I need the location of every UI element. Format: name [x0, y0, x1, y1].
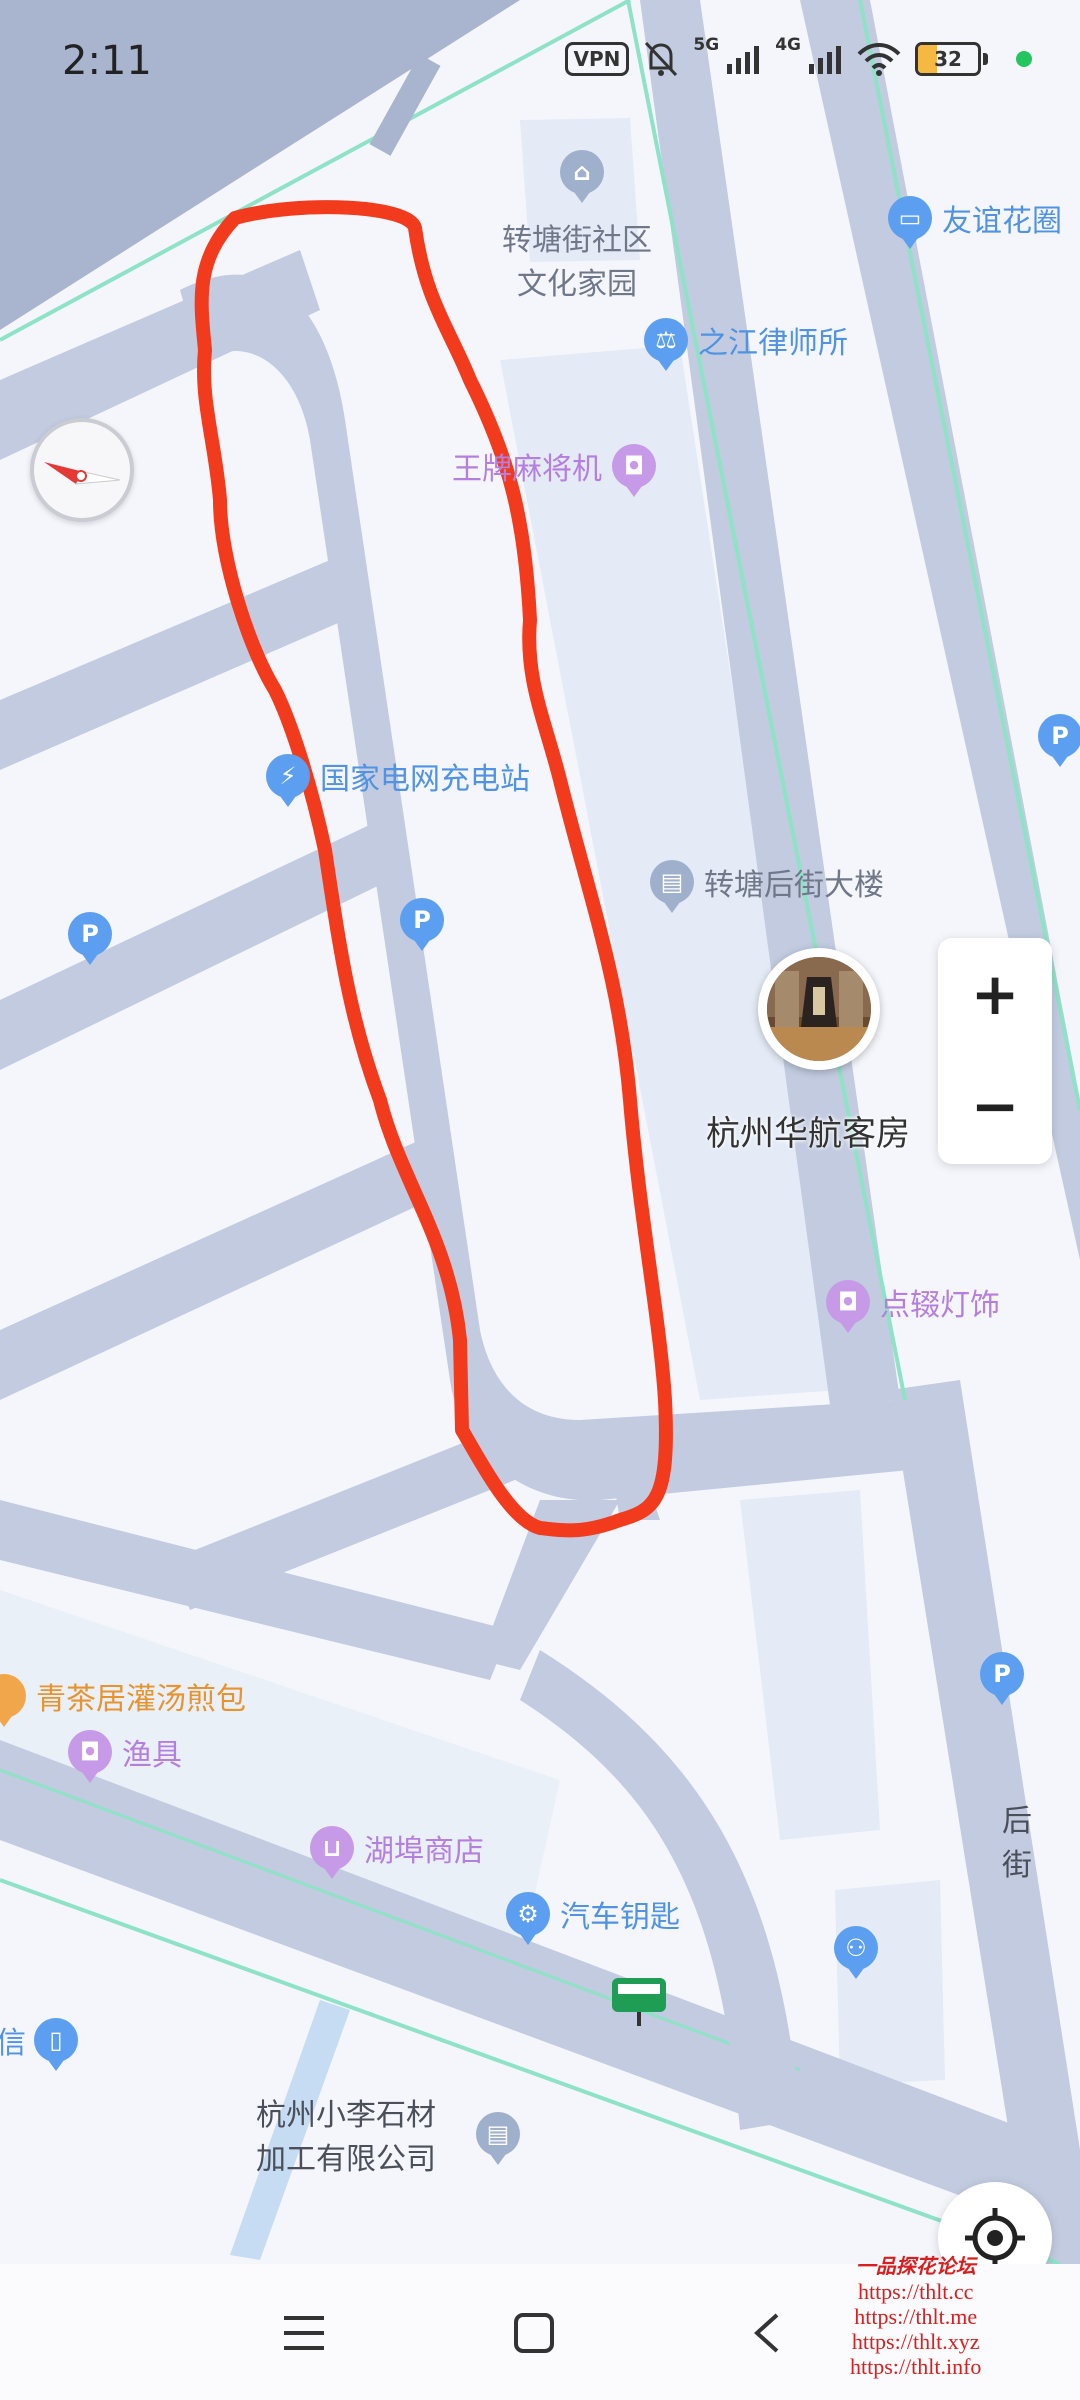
nav-home-button[interactable] — [494, 2298, 574, 2368]
poi-label: 信 — [0, 2026, 26, 2061]
parking-pin[interactable]: P — [400, 898, 444, 942]
phone-store-icon: ▯ — [34, 2018, 78, 2062]
nav-menu-button[interactable] — [264, 2298, 344, 2368]
poi-stone-icon[interactable]: ▤ — [476, 2112, 520, 2156]
poi-shop[interactable]: ⊔ 湖埠商店 — [310, 1826, 484, 1870]
poi-law-firm[interactable]: ⚖ 之江律师所 — [644, 318, 848, 362]
battery-icon: 32 — [915, 42, 981, 76]
signal-4g-icon — [809, 46, 841, 74]
battery-tip — [983, 53, 988, 65]
law-firm-icon: ⚖ — [644, 318, 688, 362]
car-service-icon: ⚙ — [506, 1892, 550, 1936]
poi-street-name: 后 街 — [1002, 1796, 1032, 1884]
privacy-indicator-dot — [1016, 51, 1032, 67]
shopping-bag-icon: ◘ — [68, 1730, 112, 1774]
poi-label: 加工有限公司 — [256, 2142, 436, 2177]
poi-label: 渔具 — [122, 1738, 182, 1773]
poi-label: 汽车钥匙 — [560, 1900, 680, 1935]
parking-icon: P — [1038, 714, 1080, 758]
poi-stone[interactable]: 杭州小李石材 加工有限公司 — [256, 2090, 436, 2178]
watermark: 一品探花论坛 https://thlt.cc https://thlt.me h… — [850, 2250, 981, 2379]
home-square-icon — [514, 2313, 554, 2353]
community-icon: ⌂ — [560, 150, 604, 194]
shopping-bag-icon: ◘ — [612, 444, 656, 488]
poi-label: 之江律师所 — [698, 326, 848, 361]
poi-garden[interactable]: ▭ 友谊花圈 — [888, 196, 1062, 240]
poi-tea[interactable]: 青茶居灌汤煎包 — [0, 1674, 246, 1718]
hotel-photo-icon — [767, 957, 871, 1061]
network-5g-label: 5G — [693, 35, 720, 55]
compass-needle-icon — [44, 462, 121, 485]
status-bar: 2:11 VPN 5G 4G 32 — [0, 0, 1080, 130]
nav-back-button[interactable] — [726, 2298, 806, 2368]
parking-pin[interactable]: P — [68, 912, 112, 956]
watermark-url: https://thlt.cc — [857, 2279, 974, 2304]
shopping-bag-icon: ◘ — [826, 1280, 870, 1324]
poi-building[interactable]: ▤ 转塘后街大楼 — [650, 860, 884, 904]
zoom-out-button[interactable]: − — [938, 1050, 1052, 1162]
parking-pin[interactable]: P — [1038, 714, 1080, 758]
charging-station-icon: ⚡ — [266, 754, 310, 798]
watermark-url: https://thlt.info — [850, 2354, 982, 2379]
poi-fishing[interactable]: ◘ 渔具 — [68, 1730, 182, 1774]
restaurant-icon — [0, 1674, 26, 1718]
zoom-controls: + − — [938, 938, 1052, 1164]
back-chevron-icon — [754, 2313, 779, 2353]
poi-car-key[interactable]: ⚙ 汽车钥匙 — [506, 1892, 680, 1936]
watermark-url: https://thlt.me — [854, 2304, 978, 2329]
poi-label: 转塘街社区 — [502, 223, 652, 258]
poi-mahjong[interactable]: 王牌麻将机 ◘ — [452, 444, 656, 488]
poi-label: 文化家园 — [517, 267, 637, 302]
poi-label: 王牌麻将机 — [452, 452, 602, 487]
parking-icon: P — [980, 1652, 1024, 1696]
watermark-url: https://thlt.xyz — [851, 2329, 980, 2354]
wifi-icon — [857, 43, 901, 76]
menu-icon — [284, 2316, 324, 2350]
poi-lighting[interactable]: ◘ 点辍灯饰 — [826, 1280, 1000, 1324]
poi-xin[interactable]: 信 ▯ — [0, 2018, 78, 2062]
parking-icon: P — [400, 898, 444, 942]
photo-marker-label[interactable]: 杭州华航客房 — [706, 1106, 910, 1155]
company-icon: ▤ — [476, 2112, 520, 2156]
poi-label: 友谊花圈 — [942, 204, 1062, 239]
network-4g-label: 4G — [775, 35, 801, 55]
status-icons: VPN 5G 4G 32 — [564, 35, 1032, 78]
poi-label: 国家电网充电站 — [320, 762, 530, 797]
mute-bell-icon — [645, 41, 678, 77]
poi-community-center[interactable]: ⌂ — [560, 150, 604, 194]
parking-icon: P — [68, 912, 112, 956]
poi-restroom[interactable]: ⚇ — [834, 1926, 878, 1970]
restroom-icon: ⚇ — [834, 1926, 878, 1970]
building-icon: ▤ — [650, 860, 694, 904]
battery-percent: 32 — [934, 47, 962, 71]
poi-charging[interactable]: ⚡ 国家电网充电站 — [266, 754, 530, 798]
hotel-photo-thumbnail — [758, 948, 880, 1070]
compass-button[interactable] — [30, 418, 134, 522]
poi-label: 后 — [1002, 1804, 1032, 1839]
status-time: 2:11 — [62, 38, 152, 84]
poi-label: 湖埠商店 — [364, 1834, 484, 1869]
poi-label: 青茶居灌汤煎包 — [36, 1682, 246, 1717]
poi-label: 点辍灯饰 — [880, 1288, 1000, 1323]
photo-marker[interactable] — [758, 948, 880, 1070]
poi-community-center-label[interactable]: 转塘街社区 文化家园 — [502, 215, 652, 303]
poi-label: 转塘后街大楼 — [704, 868, 884, 903]
poi-label: 杭州小李石材 — [256, 2098, 436, 2133]
poi-label: 街 — [1002, 1848, 1032, 1883]
shopping-cart-icon: ⊔ — [310, 1826, 354, 1870]
shop-icon: ▭ — [888, 196, 932, 240]
vpn-badge: VPN — [564, 42, 630, 76]
watermark-title: 一品探花论坛 — [855, 2254, 976, 2278]
zoom-in-button[interactable]: + — [938, 938, 1052, 1050]
parking-pin[interactable]: P — [980, 1652, 1024, 1696]
signal-5g-icon — [727, 46, 760, 74]
